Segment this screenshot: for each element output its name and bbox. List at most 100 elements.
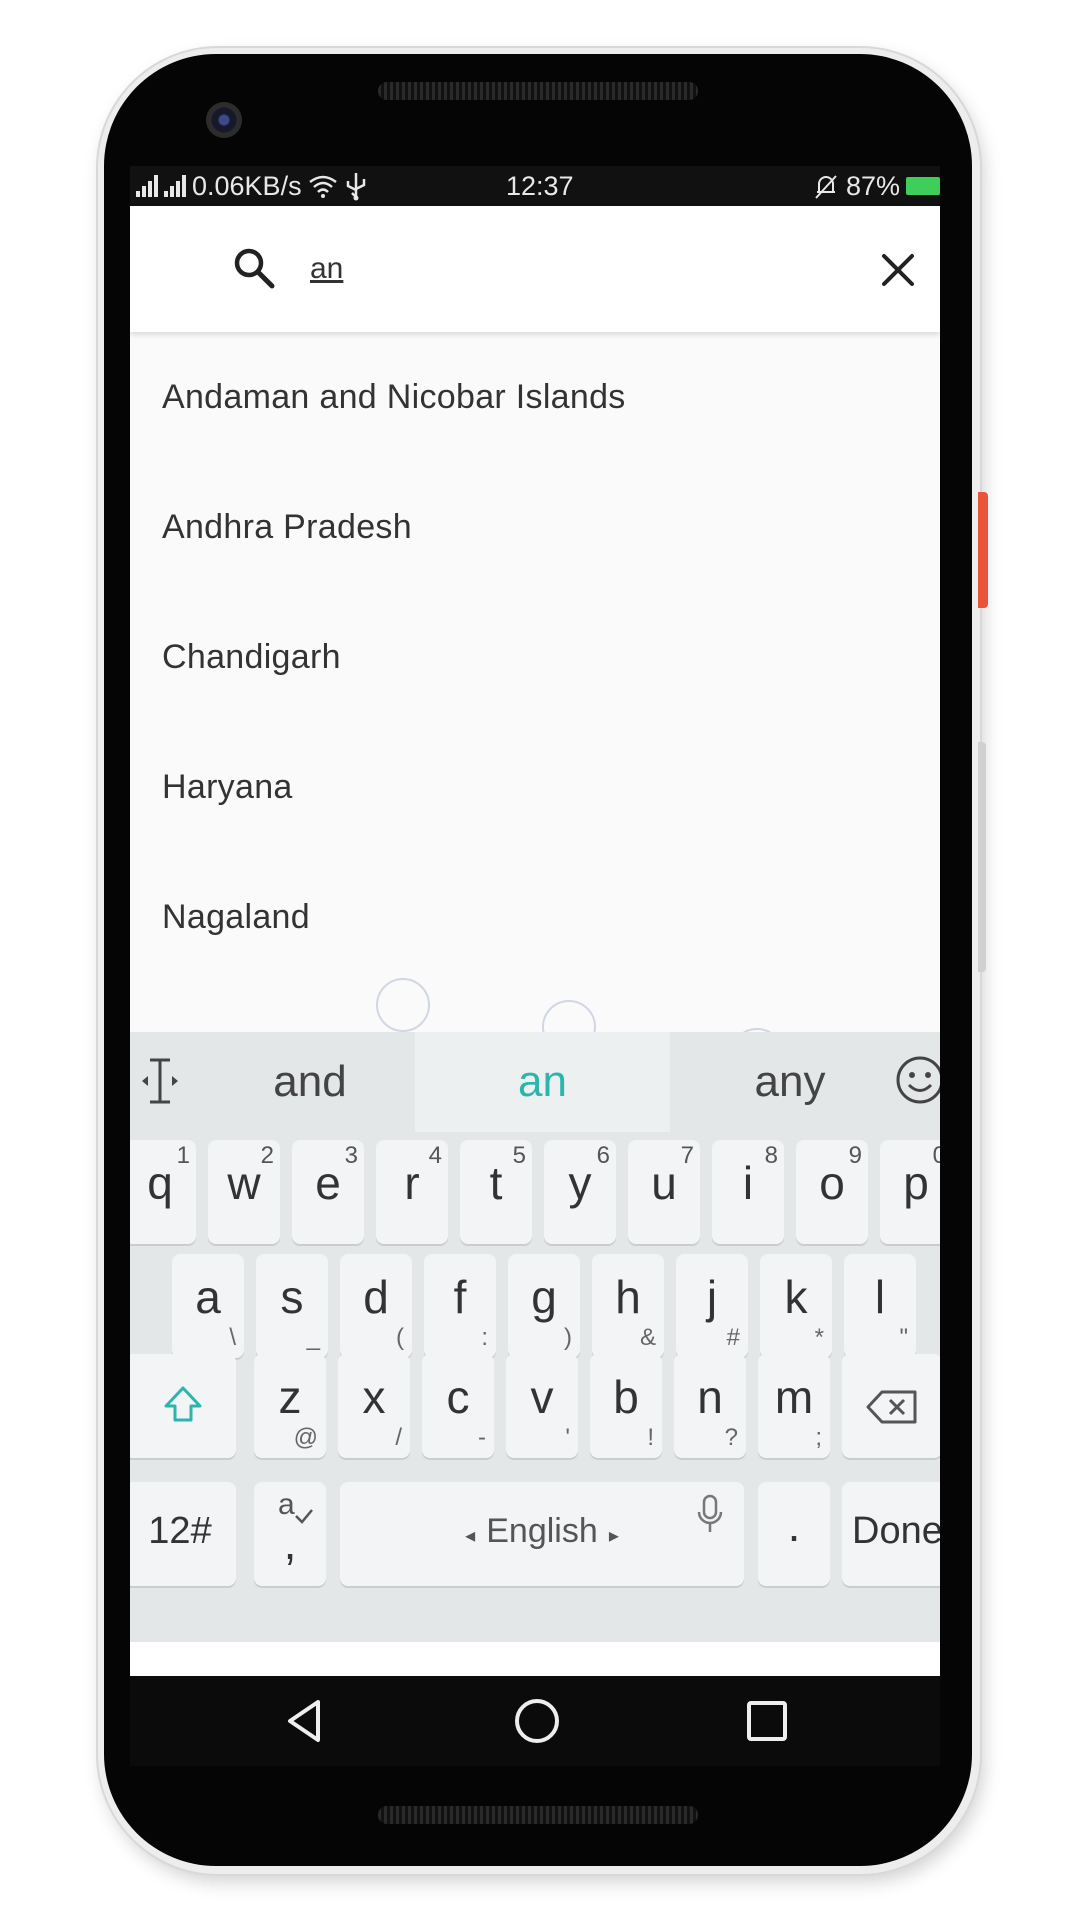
emoji-icon[interactable] <box>894 1054 940 1106</box>
key-u[interactable]: u7 <box>628 1140 700 1244</box>
search-icon <box>234 248 275 289</box>
signal-icon <box>136 175 158 197</box>
keyboard-bottom-margin <box>130 1642 940 1676</box>
front-camera <box>206 102 242 138</box>
text-cursor-icon[interactable] <box>138 1054 182 1108</box>
language-right-arrow: ▸ <box>597 1525 619 1547</box>
key-w[interactable]: w2 <box>208 1140 280 1244</box>
key-d[interactable]: d( <box>340 1254 412 1358</box>
shift-key[interactable] <box>130 1354 236 1458</box>
clock: 12:37 <box>506 171 574 201</box>
key-label: f <box>453 1271 467 1323</box>
key-h[interactable]: h & <box>592 1254 664 1358</box>
key-symbol-hint: * <box>814 1324 824 1351</box>
key-i[interactable]: i8 <box>712 1140 784 1244</box>
key-label: j <box>706 1271 718 1323</box>
key-label: k <box>784 1271 808 1323</box>
key-label: g <box>531 1271 557 1323</box>
key-number-hint: 8 <box>764 1142 778 1169</box>
comma-key[interactable]: , a <box>254 1482 326 1586</box>
key-symbol-hint: @ <box>293 1424 318 1451</box>
key-n[interactable]: n? <box>674 1354 746 1458</box>
key-symbol-hint: ' <box>565 1424 570 1451</box>
network-speed: 0.06KB/s <box>192 171 302 201</box>
backspace-icon <box>866 1390 917 1424</box>
key-label: z <box>278 1371 302 1423</box>
signal-icon <box>164 175 186 197</box>
power-button <box>978 492 988 608</box>
list-item[interactable]: Nagaland <box>130 852 940 982</box>
key-symbol-hint: - <box>478 1424 486 1451</box>
key-number-hint: 5 <box>512 1142 526 1169</box>
bottom-speaker <box>378 1806 698 1824</box>
key-label: s <box>280 1271 304 1323</box>
battery-percent: 87% <box>845 171 900 201</box>
key-symbol-hint: # <box>726 1324 740 1351</box>
key-symbol-hint: : <box>481 1324 488 1351</box>
key-b[interactable]: b! <box>590 1354 662 1458</box>
suggestion-active[interactable]: an <box>415 1032 670 1132</box>
key-m[interactable]: m; <box>758 1354 830 1458</box>
list-item[interactable]: Chandigarh <box>130 592 940 722</box>
key-e[interactable]: e3 <box>292 1140 364 1244</box>
key-l[interactable]: l " <box>844 1254 916 1358</box>
key-s[interactable]: s _ <box>256 1254 328 1358</box>
key-number-hint: 7 <box>680 1142 694 1169</box>
key-label: l <box>874 1271 886 1323</box>
search-input[interactable] <box>308 242 732 296</box>
key-y[interactable]: y6 <box>544 1140 616 1244</box>
key-q[interactable]: q1 <box>130 1140 196 1244</box>
key-symbol-hint: \ <box>229 1324 236 1351</box>
wifi-icon <box>308 175 337 198</box>
key-p[interactable]: p0 <box>880 1140 940 1244</box>
recents-icon[interactable] <box>744 1698 790 1744</box>
shift-icon <box>164 1386 202 1422</box>
suggestion[interactable]: and <box>190 1032 430 1132</box>
home-icon[interactable] <box>512 1696 562 1746</box>
space-key[interactable]: ◂ English ▸ <box>340 1482 744 1586</box>
microphone-icon <box>697 1494 723 1532</box>
key-label: a <box>195 1271 221 1323</box>
list-item[interactable]: Haryana <box>130 722 940 852</box>
key-symbol-hint: ) <box>564 1324 572 1351</box>
navigation-bar <box>130 1676 940 1766</box>
key-c[interactable]: c- <box>422 1354 494 1458</box>
key-o[interactable]: o9 <box>796 1140 868 1244</box>
usb-icon <box>346 173 365 201</box>
key-number-hint: 1 <box>176 1142 190 1169</box>
key-label: m <box>774 1371 814 1423</box>
key-k[interactable]: k * <box>760 1254 832 1358</box>
list-item[interactable]: Andaman and Nicobar Islands <box>130 332 940 462</box>
key-label: x <box>362 1371 386 1423</box>
key-symbol-hint: & <box>639 1324 656 1351</box>
key-number-hint: 6 <box>596 1142 610 1169</box>
results-list: Andaman and Nicobar Islands Andhra Prade… <box>130 332 940 982</box>
key-v[interactable]: v ' <box>506 1354 578 1458</box>
list-item[interactable]: Andhra Pradesh <box>130 462 940 592</box>
suggestion[interactable]: any <box>670 1032 910 1132</box>
key-f[interactable]: f: <box>424 1254 496 1358</box>
key-symbol-hint: ? <box>724 1424 738 1451</box>
touch-indicator <box>376 978 430 1032</box>
key-g[interactable]: g) <box>508 1254 580 1358</box>
key-t[interactable]: t5 <box>460 1140 532 1244</box>
key-label: c <box>446 1371 470 1423</box>
key-z[interactable]: z @ <box>254 1354 326 1458</box>
backspace-key[interactable] <box>842 1354 940 1458</box>
key-label: p <box>903 1157 929 1209</box>
close-icon[interactable] <box>878 250 918 290</box>
key-number-hint: 9 <box>848 1142 862 1169</box>
suggestion-bar: and an any <box>130 1032 940 1132</box>
key-number-hint: 2 <box>260 1142 274 1169</box>
back-icon[interactable] <box>280 1696 330 1746</box>
key-j[interactable]: j # <box>676 1254 748 1358</box>
search-bar <box>130 206 940 332</box>
key-r[interactable]: r4 <box>376 1140 448 1244</box>
done-key[interactable]: Done <box>842 1482 940 1586</box>
period-key[interactable]: . <box>758 1482 830 1586</box>
symbols-key[interactable]: 12# <box>130 1482 236 1586</box>
key-a[interactable]: a \ <box>172 1254 244 1358</box>
key-number-hint: 3 <box>344 1142 358 1169</box>
key-x[interactable]: x / <box>338 1354 410 1458</box>
status-bar: 0.06KB/s 12:37 87% <box>130 166 940 206</box>
